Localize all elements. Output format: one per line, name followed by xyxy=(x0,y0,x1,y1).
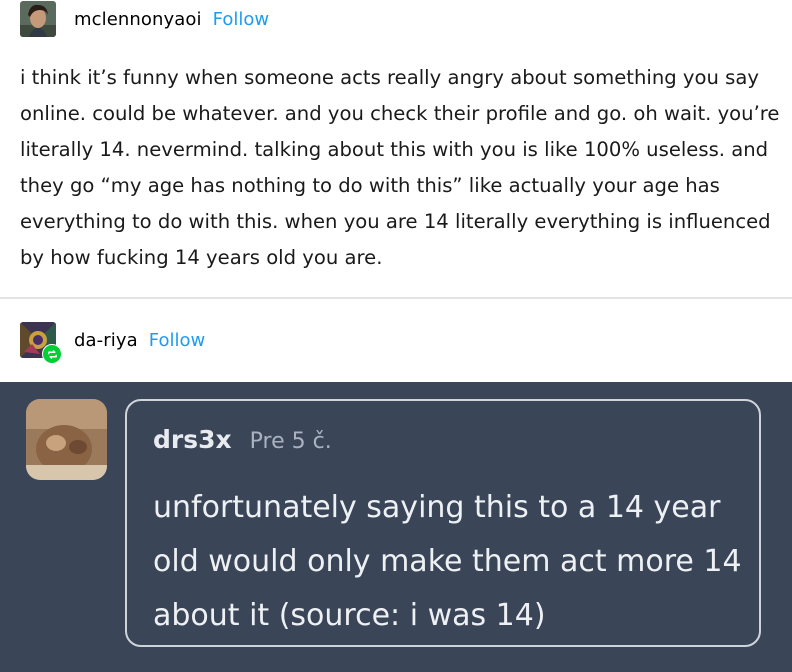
reblog-icon xyxy=(42,344,62,364)
avatar-wrapper xyxy=(20,322,62,364)
comment-author: drs3x xyxy=(153,425,232,454)
post-header-mclennonyaoi: mclennonyaoi Follow xyxy=(20,1,269,37)
avatar[interactable] xyxy=(20,1,56,37)
username[interactable]: mclennonyaoi xyxy=(74,9,202,30)
comment-meta: drs3x Pre 5 č. xyxy=(153,425,332,454)
comment-text: unfortunately saying this to a 14 year o… xyxy=(153,490,742,633)
post-header-da-riya: da-riya Follow xyxy=(20,322,205,364)
embedded-comment-panel: drs3x Pre 5 č. unfortunately saying this… xyxy=(0,382,792,672)
follow-button[interactable]: Follow xyxy=(149,330,205,351)
post-text: i think it’s funny when someone acts rea… xyxy=(20,66,780,269)
username[interactable]: da-riya xyxy=(74,330,138,351)
comment-timestamp: Pre 5 č. xyxy=(249,429,332,454)
comment-bubble: drs3x Pre 5 č. unfortunately saying this… xyxy=(125,399,761,647)
divider xyxy=(0,297,792,299)
follow-button[interactable]: Follow xyxy=(213,9,269,30)
commenter-avatar xyxy=(26,399,107,480)
